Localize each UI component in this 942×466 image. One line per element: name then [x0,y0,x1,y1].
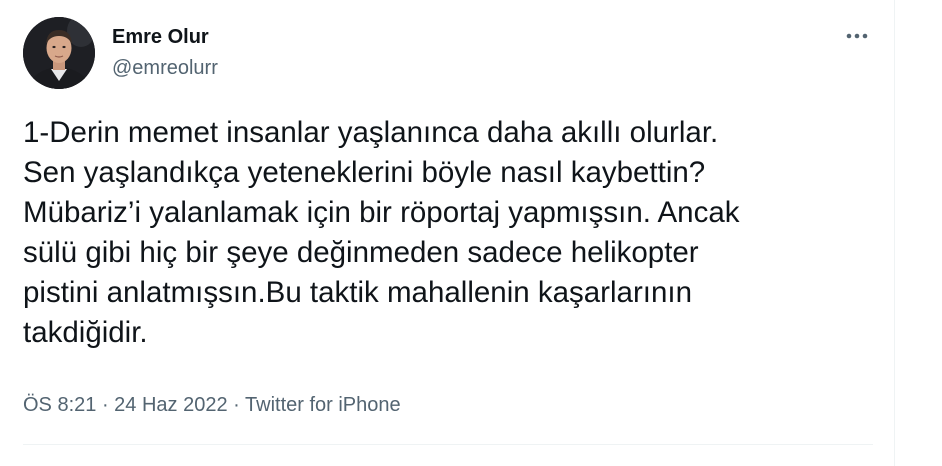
tweet-date[interactable]: 24 Haz 2022 [114,394,227,416]
more-options-button[interactable] [834,20,880,52]
tweet-meta: ÖS 8:21 · 24 Haz 2022 · Twitter for iPho… [23,390,401,420]
meta-separator: · [96,394,115,416]
tweet-card: Emre Olur @emreolurr 1-Derin memet insan… [0,0,895,466]
tweet-text: 1-Derin memet insanlar yaşlanınca daha a… [23,116,740,349]
tweet-time[interactable]: ÖS 8:21 [23,394,96,416]
more-horizontal-icon [846,33,868,39]
avatar[interactable] [23,17,95,89]
author-name[interactable]: Emre Olur [112,24,209,50]
divider [23,444,873,445]
avatar-photo [23,17,95,89]
author-handle[interactable]: @emreolurr [112,55,218,81]
tweet-source[interactable]: Twitter for iPhone [245,394,401,416]
meta-separator: · [227,394,246,416]
